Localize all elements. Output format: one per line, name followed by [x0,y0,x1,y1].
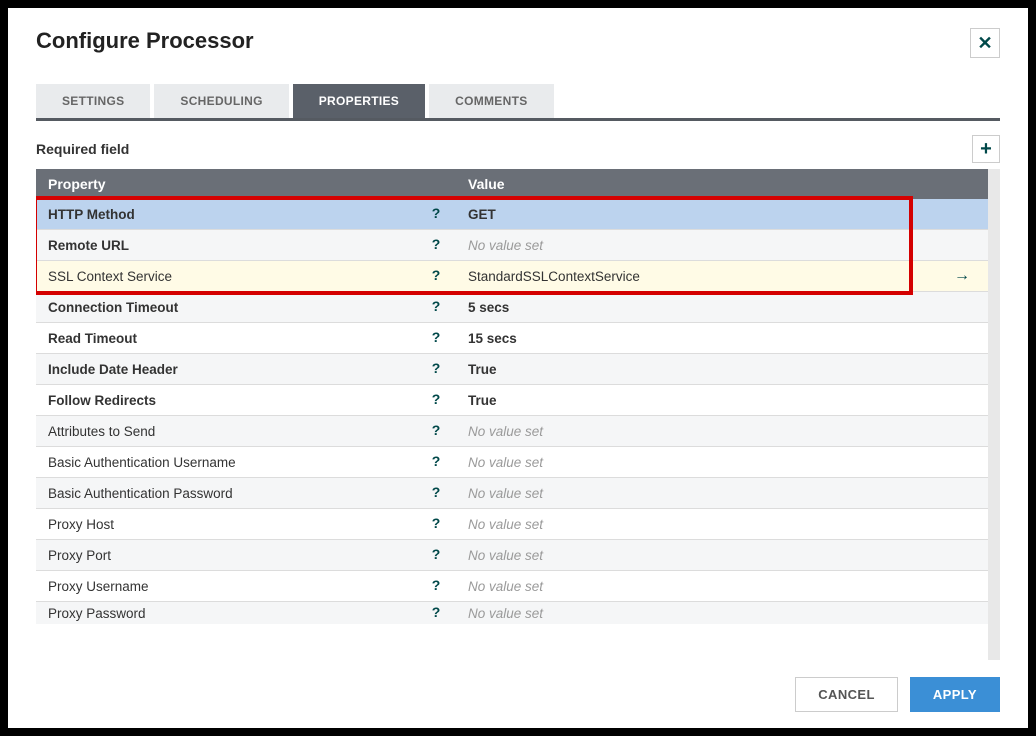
column-property: Property [36,169,456,199]
property-name: Include Date Header [48,362,178,377]
help-icon[interactable]: ? [428,361,444,377]
property-value[interactable]: No value set [468,606,543,621]
help-icon[interactable]: ? [428,485,444,501]
table-row[interactable]: Basic Authentication Username? No value s… [36,447,988,478]
property-value[interactable]: No value set [468,486,543,501]
table-row[interactable]: Attributes to Send? No value set [36,416,988,447]
property-name: Read Timeout [48,331,137,346]
help-icon[interactable]: ? [428,578,444,594]
apply-button[interactable]: APPLY [910,677,1000,712]
property-value[interactable]: 5 secs [468,300,509,315]
property-name: Basic Authentication Password [48,486,233,501]
property-value[interactable]: No value set [468,455,543,470]
help-icon[interactable]: ? [428,423,444,439]
property-value[interactable]: No value set [468,424,543,439]
table-row[interactable]: Include Date Header? True [36,354,988,385]
help-icon[interactable]: ? [428,516,444,532]
property-name: Proxy Host [48,517,114,532]
property-name: Proxy Username [48,579,149,594]
tab-properties[interactable]: PROPERTIES [293,84,425,118]
property-name: SSL Context Service [48,269,172,284]
dialog-title: Configure Processor [36,28,254,54]
property-name: Connection Timeout [48,300,178,315]
property-value[interactable]: No value set [468,548,543,563]
property-name: Attributes to Send [48,424,155,439]
scrollbar-thumb[interactable] [988,200,1000,460]
property-name: Remote URL [48,238,129,253]
help-icon[interactable]: ? [428,330,444,346]
property-value[interactable]: True [468,393,497,408]
help-icon[interactable]: ? [428,206,444,222]
column-value: Value [456,169,988,199]
help-icon[interactable]: ? [428,299,444,315]
property-value[interactable]: No value set [468,579,543,594]
property-name: Proxy Password [48,606,146,621]
cancel-button[interactable]: CANCEL [795,677,898,712]
tab-settings[interactable]: SETTINGS [36,84,150,118]
table-row[interactable]: SSL Context Service? StandardSSLContextSe… [36,261,988,292]
help-icon[interactable]: ? [428,392,444,408]
property-value[interactable]: StandardSSLContextService [468,269,640,284]
table-row[interactable]: Proxy Username? No value set [36,571,988,602]
help-icon[interactable]: ? [428,454,444,470]
goto-service-icon[interactable]: → [954,267,970,285]
property-name: HTTP Method [48,207,135,222]
table-row[interactable]: Remote URL? No value set [36,230,988,261]
table-row[interactable]: Connection Timeout? 5 secs [36,292,988,323]
table-header: Property Value [36,169,988,199]
table-row[interactable]: Basic Authentication Password? No value s… [36,478,988,509]
add-property-button[interactable]: + [972,135,1000,163]
tab-comments[interactable]: COMMENTS [429,84,553,118]
property-value[interactable]: No value set [468,517,543,532]
property-name: Proxy Port [48,548,111,563]
table-row[interactable]: Proxy Port? No value set [36,540,988,571]
table-row[interactable]: HTTP Method? GET [36,199,988,230]
help-icon[interactable]: ? [428,237,444,253]
table-row[interactable]: Follow Redirects? True [36,385,988,416]
property-value[interactable]: No value set [468,238,543,253]
property-value[interactable]: True [468,362,497,377]
property-value[interactable]: 15 secs [468,331,517,346]
help-icon[interactable]: ? [428,268,444,284]
required-field-label: Required field [36,141,129,157]
property-name: Follow Redirects [48,393,156,408]
tab-scheduling[interactable]: SCHEDULING [154,84,288,118]
table-row[interactable]: Proxy Password? No value set [36,602,988,624]
configure-processor-dialog: Configure Processor ✕ SETTINGS SCHEDULIN… [8,8,1028,728]
property-value[interactable]: GET [468,207,496,222]
help-icon[interactable]: ? [428,547,444,563]
properties-table: Property Value HTTP Method? GET Remote URL… [36,169,1000,660]
property-name: Basic Authentication Username [48,455,236,470]
close-icon[interactable]: ✕ [970,28,1000,58]
table-row[interactable]: Read Timeout? 15 secs [36,323,988,354]
tab-bar: SETTINGS SCHEDULING PROPERTIES COMMENTS [36,84,1000,121]
help-icon[interactable]: ? [428,605,444,621]
table-row[interactable]: Proxy Host? No value set [36,509,988,540]
